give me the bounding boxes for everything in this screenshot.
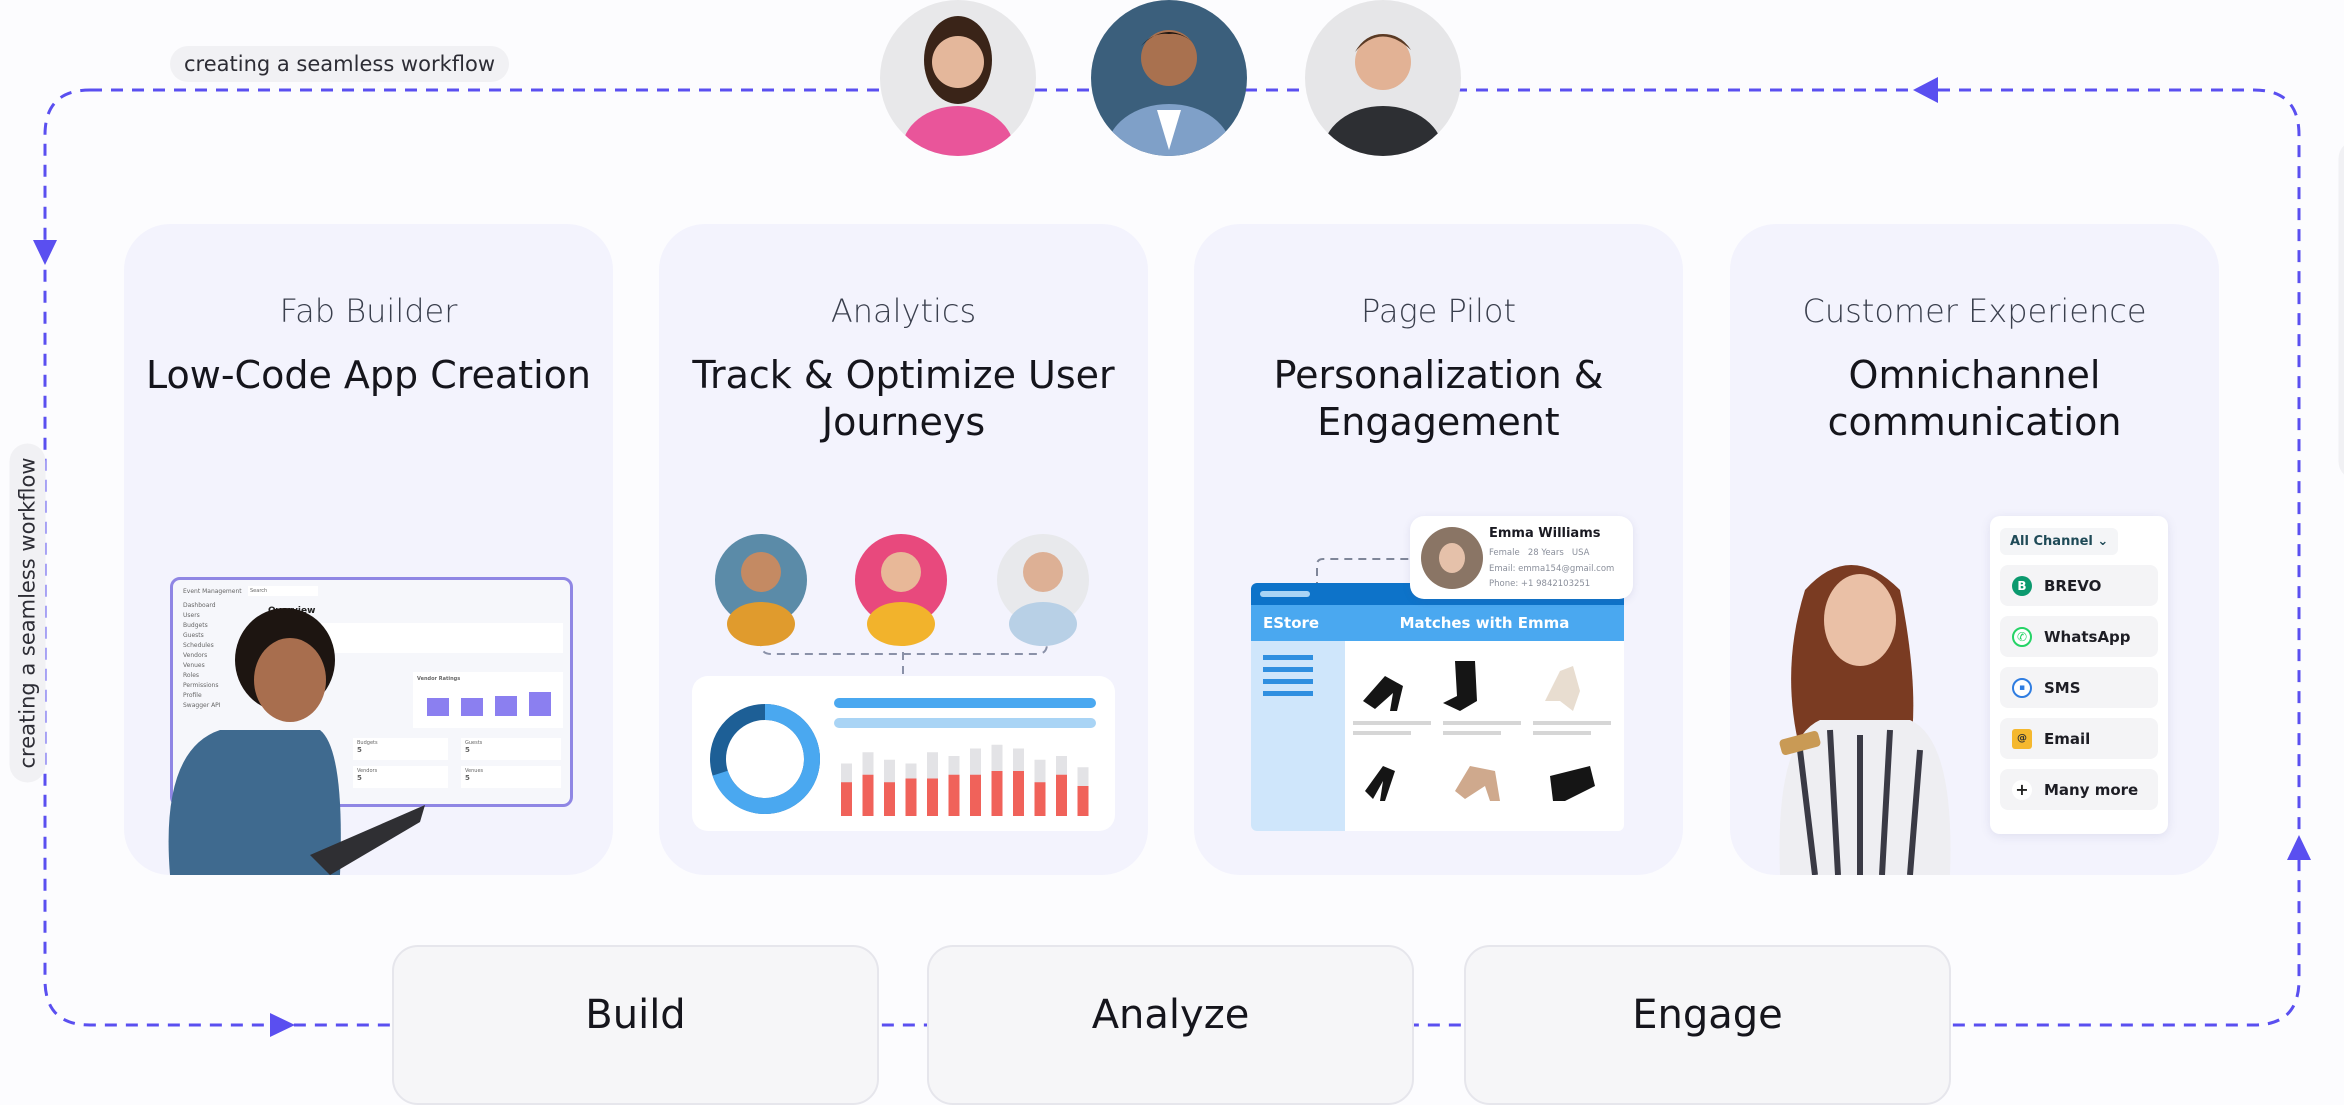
bar-value (862, 774, 874, 816)
bar-value (991, 771, 1003, 816)
bar-value (1034, 782, 1046, 816)
channel-email[interactable]: @ Email (2000, 718, 2158, 759)
team-avatar-3 (1305, 0, 1461, 156)
stat-guests: Guests 5 (461, 738, 561, 760)
channel-filter-dropdown[interactable]: All Channel ⌄ (2000, 528, 2119, 555)
arrow-up-icon (2287, 835, 2311, 860)
estore-brand: EStore (1263, 614, 1320, 632)
arrow-right-icon (270, 1013, 295, 1037)
profile-name: Emma Williams (1489, 526, 1601, 541)
woman-with-phone (1779, 565, 1951, 875)
bar-value (1056, 774, 1067, 816)
analytics-illustration (692, 534, 1115, 831)
chart-title: Vendor Ratings (417, 676, 461, 682)
bar-value (1013, 771, 1024, 816)
dashboard-search[interactable]: Search (248, 586, 318, 596)
arrow-left-icon (1913, 77, 1938, 103)
vendor-ratings-chart: Vendor Ratings (413, 672, 563, 728)
bar-value (927, 778, 938, 816)
step-engage[interactable]: Engage (1464, 945, 1951, 1105)
product-grid (1353, 661, 1611, 801)
profile-email: Email: emma154@gmail.com (1489, 564, 1615, 574)
profile-phone: Phone: +1 9842103251 (1489, 579, 1591, 589)
estore-window: EStore Matches with Emma (1251, 583, 1624, 831)
card-title: Omnichannel communication (1827, 353, 2122, 444)
plus-icon: + (2012, 779, 2032, 800)
card-product: Customer Experience (1802, 292, 2147, 330)
whatsapp-icon: ✆ (2012, 626, 2032, 647)
profile-demographics: Female 28 Years USA (1489, 548, 1590, 558)
team-avatar-1 (880, 0, 1036, 156)
channel-whatsapp[interactable]: ✆ WhatsApp (2000, 616, 2158, 657)
step-build[interactable]: Build (392, 945, 879, 1105)
estore-sidebar (1251, 641, 1345, 831)
dashboard-app-name: Event Management (183, 588, 242, 595)
card-title: Personalization & Engagement (1273, 353, 1604, 444)
team-avatar-2 (1091, 0, 1247, 156)
arrow-down-icon (33, 240, 57, 265)
card-title: Low-Code App Creation (146, 353, 591, 397)
chevron-down-icon: ⌄ (2097, 534, 2109, 549)
flow-label-top: creating a seamless workflow (170, 46, 510, 82)
step-analyze[interactable]: Analyze (927, 945, 1414, 1105)
flow-label-left: creating a seamless workflow (9, 443, 46, 783)
bar-value (884, 782, 895, 816)
stat-venues: Venues 5 (461, 766, 561, 788)
person-with-laptop (168, 608, 425, 875)
profile-photo (1421, 527, 1483, 589)
bar-value (1077, 786, 1089, 816)
estore-heading: Matches with Emma (1399, 614, 1570, 632)
channel-panel: All Channel ⌄ B BREVO ✆ WhatsApp ▪ SMS @ Ema… (1990, 516, 2168, 834)
profile-card: Emma Williams Female 28 Years USA Email:… (1410, 516, 1633, 599)
card-product: Page Pilot (1360, 292, 1517, 330)
bar-value (841, 782, 852, 816)
flow-label-right: creating a seamless workflow (2338, 140, 2344, 480)
channel-sms[interactable]: ▪ SMS (2000, 667, 2158, 708)
brevo-icon: B (2012, 575, 2032, 596)
channel-many-more[interactable]: + Many more (2000, 769, 2158, 810)
card-product: Fab Builder (279, 292, 458, 330)
bar-value (948, 774, 960, 816)
bar-value (970, 774, 981, 816)
sms-icon: ▪ (2012, 677, 2032, 698)
bar-value (905, 778, 917, 816)
email-icon: @ (2012, 728, 2032, 749)
channel-brevo[interactable]: B BREVO (2000, 565, 2158, 606)
